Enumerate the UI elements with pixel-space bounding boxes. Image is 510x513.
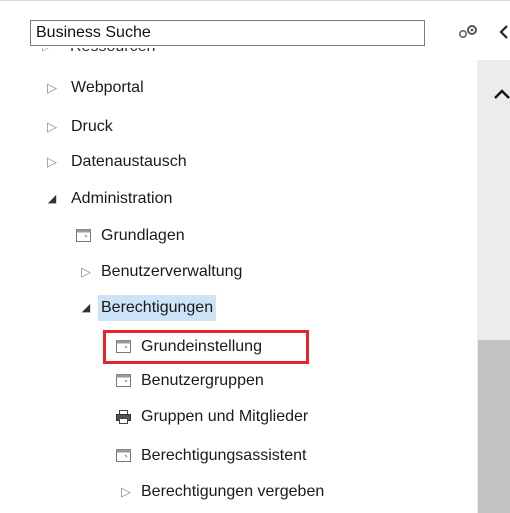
printer-icon bbox=[116, 404, 132, 430]
chevron-up-icon[interactable] bbox=[494, 88, 510, 100]
collapse-arrow-icon[interactable]: ◢ bbox=[42, 186, 62, 212]
expand-arrow-icon[interactable]: ▷ bbox=[76, 259, 96, 285]
tree-item-gruppen-und-mitglieder[interactable]: Gruppen und Mitglieder bbox=[116, 404, 311, 430]
tree-item-webportal[interactable]: ▷ Webportal bbox=[42, 75, 147, 101]
tree-item-berechtigungen-vergeben[interactable]: ▷ Berechtigungen vergeben bbox=[116, 479, 327, 505]
tree-item-cut: ▷ Ressourcen bbox=[0, 48, 470, 62]
expand-arrow-icon[interactable]: ▷ bbox=[42, 75, 62, 101]
page-icon bbox=[76, 223, 92, 249]
highlight-annotation bbox=[103, 330, 309, 364]
tree-item-grundlagen[interactable]: Grundlagen bbox=[76, 223, 188, 249]
expand-arrow-icon[interactable]: ▷ bbox=[116, 479, 136, 505]
arrow-left-icon[interactable] bbox=[499, 24, 510, 40]
expand-arrow-icon: ▷ bbox=[42, 48, 51, 53]
settings-icon[interactable] bbox=[457, 23, 479, 41]
page-icon bbox=[116, 368, 132, 394]
search-input[interactable] bbox=[30, 20, 425, 46]
tree-item-druck[interactable]: ▷ Druck bbox=[42, 114, 116, 140]
expand-arrow-icon[interactable]: ▷ bbox=[42, 149, 62, 175]
tree-item-berechtigungsassistent[interactable]: Berechtigungsassistent bbox=[116, 443, 309, 469]
tree-item-benutzerverwaltung[interactable]: ▷ Benutzerverwaltung bbox=[76, 259, 245, 285]
tree-item-berechtigungen[interactable]: ◢ Berechtigungen bbox=[76, 295, 217, 321]
page-icon bbox=[116, 443, 132, 469]
expand-arrow-icon[interactable]: ▷ bbox=[42, 114, 62, 140]
scrollbar-thumb[interactable] bbox=[478, 340, 510, 513]
collapse-arrow-icon[interactable]: ◢ bbox=[76, 295, 96, 321]
top-border bbox=[0, 0, 510, 1]
tree-item-datenaustausch[interactable]: ▷ Datenaustausch bbox=[42, 149, 190, 175]
tree-item-benutzergruppen[interactable]: Benutzergruppen bbox=[116, 368, 267, 394]
tree-item-administration[interactable]: ◢ Administration bbox=[42, 186, 175, 212]
